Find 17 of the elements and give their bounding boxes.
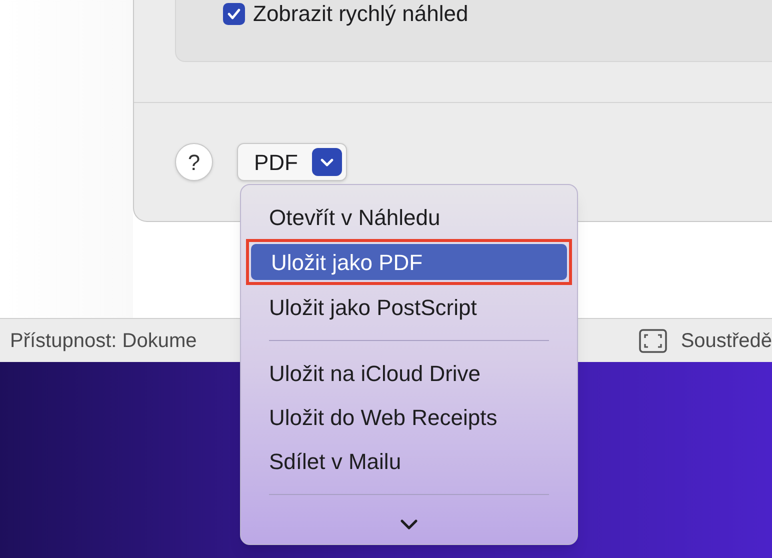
- accessibility-status: Přístupnost: Dokume: [9, 328, 197, 354]
- chevron-down-icon: [400, 519, 418, 530]
- checkbox[interactable]: [223, 2, 245, 24]
- chevron-down-icon: [312, 148, 342, 176]
- checkbox-label: Zobrazit rychlý náhled: [253, 0, 468, 28]
- menu-item[interactable]: Uložit do Web Receipts: [241, 395, 577, 439]
- menu-item[interactable]: Uložit jako PostScript: [241, 285, 577, 329]
- menu-item[interactable]: Sdílet v Mailu: [241, 439, 577, 483]
- menu-item[interactable]: Otevřít v Náhledu: [241, 195, 577, 239]
- menu-item[interactable]: Uložit na iCloud Drive: [241, 351, 577, 395]
- frame-icon: [638, 328, 667, 352]
- pdf-popup-button[interactable]: PDF: [237, 143, 347, 181]
- help-button[interactable]: ?: [175, 143, 213, 181]
- menu-item[interactable]: Uložit jako PDF: [251, 244, 567, 280]
- checkmark-icon: [227, 8, 241, 20]
- focus-status: Soustředě: [680, 328, 772, 354]
- quick-preview-checkbox[interactable]: Zobrazit rychlý náhled: [223, 0, 468, 30]
